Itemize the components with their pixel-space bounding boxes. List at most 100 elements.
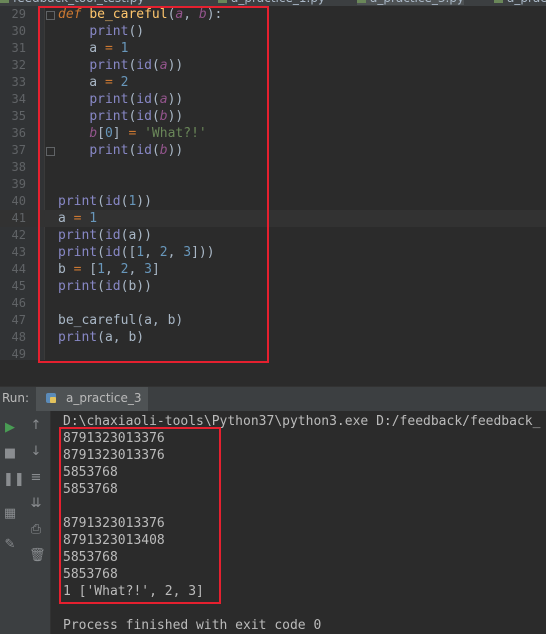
console-line: 8791323013408 [63,533,165,548]
python-file-icon [494,0,503,3]
console-line: 8791323013376 [63,448,165,463]
code-text: print(id(a)) [89,58,184,73]
line-number: 47 [11,313,26,327]
code-text: a = 1 [58,211,98,226]
python-file-icon [0,0,9,3]
code-text: print(id(a)) [89,92,184,107]
code-line[interactable]: 44 b = [1, 2, 3] [0,261,546,278]
line-number: 43 [11,245,26,259]
pause-icon[interactable]: ❚❚ [3,473,25,487]
console-line: 5853768 [63,482,118,497]
editor-tab[interactable]: a_practice_1.py [218,0,325,5]
line-number: 32 [11,58,26,72]
line-number: 49 [11,347,26,360]
code-editor[interactable]: 29 def be_careful(a, b): 30 print() 31 a = … [0,6,546,360]
line-number: 45 [11,279,26,293]
run-panel-header: Run: a_practice_3 [0,386,546,411]
code-line[interactable]: 48 print(a, b) [0,329,546,346]
console-line: 5853768 [63,550,118,565]
code-text: b = [1, 2, 3] [58,262,160,277]
soft-wrap-icon[interactable]: ≡ [29,471,43,485]
line-number: 35 [11,109,26,123]
line-number: 40 [11,194,26,208]
code-line[interactable]: 40 print(id(1)) [0,193,546,210]
code-line[interactable]: 46 [0,295,546,312]
code-line[interactable]: 38 [0,159,546,176]
code-line[interactable]: 49 [0,346,546,360]
code-text: print(id(b)) [89,143,184,158]
layout-icon[interactable]: ▦ [3,507,17,521]
code-text: print(id(b)) [89,109,184,124]
run-toolbar-console: ↑ ↓ ≡ ⇊ ⎙ 🗑 [22,411,51,634]
console-line: 5853768 [63,465,118,480]
print-icon[interactable]: ⎙ [29,523,43,537]
scroll-to-end-icon[interactable]: ⇊ [29,497,43,511]
code-line[interactable]: 45 print(id(b)) [0,278,546,295]
python-file-icon [357,0,366,3]
code-text: be_careful(a, b) [58,313,184,328]
pin-icon[interactable]: ✎ [3,538,17,552]
code-line[interactable]: 43 print(id([1, 2, 3])) [0,244,546,261]
fold-marker-icon[interactable] [46,147,55,156]
console-line: 8791323013376 [63,431,165,446]
line-number: 31 [11,41,26,55]
python-file-icon [218,0,227,3]
editor-tab[interactable]: a_practice_3.py [357,0,465,5]
fold-marker-icon[interactable] [46,11,55,20]
console-line: D:\chaxiaoli-tools\Python37\python3.exe … [63,414,541,429]
editor-tab[interactable]: a_practice_2.py [494,0,546,5]
code-line[interactable]: 30 print() [0,23,546,40]
code-text: a = 1 [58,41,129,56]
run-tab[interactable]: a_practice_3 [36,387,148,411]
code-text: print(a, b) [58,330,145,345]
editor-tab[interactable]: feedback_tool_test.py [0,0,144,5]
code-line[interactable]: 32 print(id(a)) [0,57,546,74]
code-text: print(id(1)) [58,194,152,209]
code-text: print() [89,24,145,39]
line-number: 33 [11,75,26,89]
python-file-icon [46,393,56,403]
console-output[interactable]: D:\chaxiaoli-tools\Python37\python3.exe … [51,411,546,634]
line-number: 37 [11,143,26,157]
editor-tab-label: feedback_tool_test.py [13,0,144,5]
code-text: a = 2 [58,75,129,90]
editor-tab-label: a_practice_3.py [370,0,464,5]
line-number: 39 [11,177,26,191]
line-number: 38 [11,160,26,174]
code-line[interactable]: 33 a = 2 [0,74,546,91]
code-line[interactable]: 35 print(id(b)) [0,108,546,125]
code-text: print(id(b)) [58,279,152,294]
line-number: 41 [11,211,26,225]
trash-icon[interactable]: 🗑 [29,549,46,563]
code-line[interactable]: 41 a = 1 [0,210,546,227]
line-number: 44 [11,262,26,276]
editor-tab-label: a_practice_2.py [507,0,546,5]
console-line: Process finished with exit code 0 [63,618,322,633]
up-arrow-icon[interactable]: ↑ [29,419,43,433]
code-line[interactable]: 36 b[0] = 'What?!' [0,125,546,142]
code-line[interactable]: 37 print(id(b)) [0,142,546,159]
code-text: b[0] = 'What?!' [89,126,207,141]
code-line[interactable]: 47 be_careful(a, b) [0,312,546,329]
line-number: 29 [11,7,26,21]
code-line[interactable]: 34 print(id(a)) [0,91,546,108]
line-number: 42 [11,228,26,242]
down-arrow-icon[interactable]: ↓ [29,445,43,459]
code-line[interactable]: 42 print(id(a)) [0,227,546,244]
line-number: 46 [11,296,26,310]
code-line[interactable]: 29 def be_careful(a, b): [0,6,546,23]
run-icon[interactable]: ▶ [3,421,17,435]
code-text: def be_careful(a, b): [58,7,223,22]
code-text: print(id(a)) [58,228,152,243]
console-line: 1 ['What?!', 2, 3] [63,584,204,599]
line-number: 30 [11,24,26,38]
console-line: 8791323013376 [63,516,165,531]
run-tab-label: a_practice_3 [66,391,142,405]
console-line: 5853768 [63,567,118,582]
stop-icon[interactable]: ■ [3,447,17,461]
run-label: Run: [2,391,30,405]
code-line[interactable]: 39 [0,176,546,193]
line-number: 48 [11,330,26,344]
code-line[interactable]: 31 a = 1 [0,40,546,57]
code-text: print(id([1, 2, 3])) [58,245,215,260]
